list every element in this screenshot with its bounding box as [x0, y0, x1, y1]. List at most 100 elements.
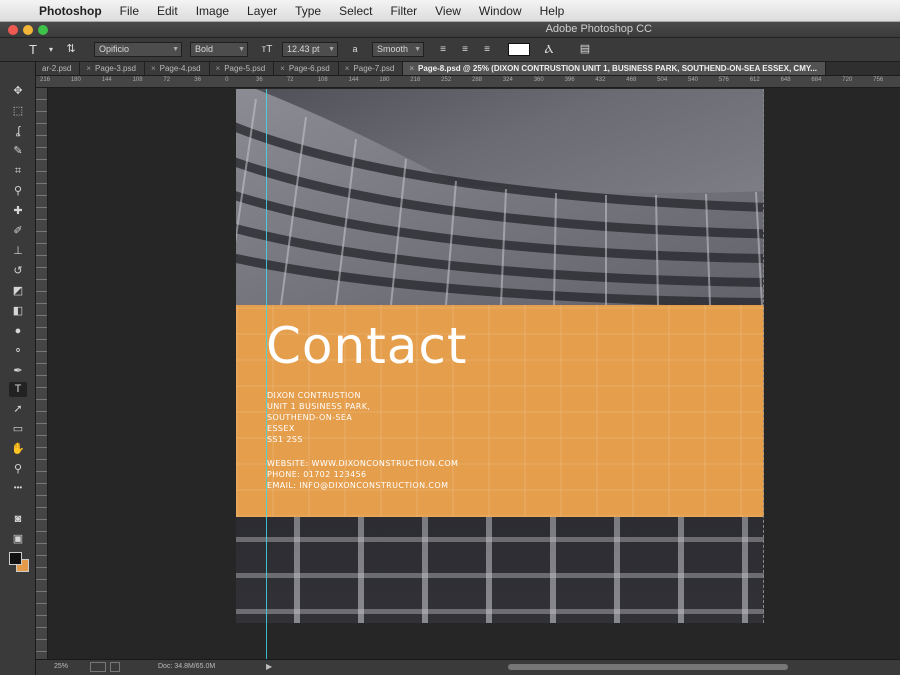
menu-select[interactable]: Select [330, 4, 381, 18]
dodge-tool-icon[interactable]: ⚬ [9, 344, 27, 359]
pen-tool-icon[interactable]: ✒ [9, 364, 27, 379]
vertical-ruler[interactable] [36, 88, 48, 660]
align-left-icon[interactable]: ≡ [434, 41, 452, 58]
menu-image[interactable]: Image [187, 4, 238, 18]
contact-email[interactable]: EMAIL: INFO@DIXONCONSTRUCTION.COM [267, 481, 448, 490]
type-tool-icon[interactable]: T [9, 382, 27, 397]
eraser-tool-icon[interactable]: ◩ [9, 284, 27, 299]
extra-tools-icon[interactable]: ••• [9, 480, 27, 495]
chevron-down-icon: ▼ [172, 46, 179, 53]
ruler-tick-label: 72 [163, 77, 171, 83]
text-orientation-icon[interactable]: ⇅ [62, 41, 80, 58]
ruler-tick-label: 576 [718, 77, 729, 83]
status-bar: 25% Doc: 34.8M/65.0M ▶ [36, 659, 900, 675]
font-size-value: 12.43 pt [287, 44, 320, 54]
facade-band [236, 573, 764, 578]
address-line[interactable]: ESSEX [267, 424, 295, 433]
warp-text-icon[interactable]: Ⲁ [540, 41, 558, 58]
address-line[interactable]: SOUTHEND-ON-SEA [267, 413, 352, 422]
contact-website[interactable]: WEBSITE: WWW.DIXONCONSTRUCTION.COM [267, 459, 458, 468]
history-brush-tool-icon[interactable]: ↺ [9, 264, 27, 279]
tab-label: ar-2.psd [42, 64, 72, 73]
window-minimize-button[interactable] [23, 25, 33, 35]
close-icon[interactable]: × [86, 64, 91, 73]
foreground-color-swatch[interactable] [9, 552, 22, 565]
vertical-guide[interactable] [266, 89, 267, 667]
window-close-button[interactable] [8, 25, 18, 35]
status-menu-arrow-icon[interactable]: ▶ [266, 662, 272, 671]
document-canvas[interactable]: Contact DIXON CONTRUSTION UNIT 1 BUSINES… [236, 89, 764, 623]
building-facade-image [236, 89, 764, 305]
menu-photoshop[interactable]: Photoshop [30, 4, 111, 18]
contact-phone[interactable]: PHONE: 01702 123456 [267, 470, 367, 479]
screen-mode-icon[interactable]: ▣ [9, 532, 27, 547]
contact-heading[interactable]: Contact [266, 317, 468, 375]
align-center-icon[interactable]: ≡ [456, 41, 474, 58]
tab-label: Page-6.psd [288, 64, 330, 73]
window-zoom-button[interactable] [38, 25, 48, 35]
crop-tool-icon[interactable]: ⌗ [9, 164, 27, 179]
font-size-select[interactable]: 12.43 pt ▼ [282, 42, 338, 57]
move-tool-icon[interactable]: ✥ [9, 84, 27, 99]
zoom-tool-icon[interactable]: ⚲ [9, 462, 27, 477]
quick-select-tool-icon[interactable]: ✎ [9, 144, 27, 159]
gradient-tool-icon[interactable]: ◧ [9, 304, 27, 319]
ruler-tick-label: 108 [132, 77, 143, 83]
blur-tool-icon[interactable]: ● [9, 324, 27, 339]
character-panel-icon[interactable]: ▤ [576, 41, 594, 58]
menu-help[interactable]: Help [531, 4, 574, 18]
tab-active-document[interactable]: × Page-8.psd @ 25% (DIXON CONTRUSTION UNI… [403, 62, 826, 75]
ruler-tick-label: 252 [441, 77, 452, 83]
eyedropper-tool-icon[interactable]: ⚲ [9, 184, 27, 199]
preset-dropdown-icon[interactable]: ▾ [42, 41, 60, 58]
timeline-icon[interactable] [110, 662, 120, 672]
quick-mask-icon[interactable]: ◙ [9, 512, 27, 527]
tab-document[interactable]: × Page-6.psd [274, 62, 339, 75]
menu-edit[interactable]: Edit [148, 4, 187, 18]
zoom-level[interactable]: 25% [54, 663, 68, 670]
hand-tool-icon[interactable]: ✋ [9, 442, 27, 457]
antialias-select[interactable]: Smooth ▼ [372, 42, 424, 57]
address-line[interactable]: DIXON CONTRUSTION [267, 391, 361, 400]
healing-brush-tool-icon[interactable]: ✚ [9, 204, 27, 219]
close-icon[interactable]: × [280, 64, 285, 73]
menu-filter[interactable]: Filter [381, 4, 426, 18]
tab-document[interactable]: ar-2.psd [36, 62, 81, 75]
font-family-select[interactable]: Opificio ▼ [94, 42, 182, 57]
marquee-tool-icon[interactable]: ⬚ [9, 104, 27, 119]
menu-window[interactable]: Window [470, 4, 531, 18]
contact-banner[interactable]: Contact DIXON CONTRUSTION UNIT 1 BUSINES… [236, 305, 764, 517]
tab-document[interactable]: × Page-5.psd [209, 62, 275, 75]
horizontal-ruler[interactable]: 216 180 144 108 72 36 0 36 72 108 144 180 216 252 288 3… [36, 76, 900, 88]
horizontal-scrollbar[interactable] [508, 664, 788, 670]
font-style-select[interactable]: Bold ▼ [190, 42, 248, 57]
path-select-tool-icon[interactable]: ➚ [9, 402, 27, 417]
menu-layer[interactable]: Layer [238, 4, 286, 18]
address-line[interactable]: SS1 2SS [267, 435, 303, 444]
close-icon[interactable]: × [216, 64, 221, 73]
close-icon[interactable]: × [151, 64, 156, 73]
type-tool-preset-icon[interactable]: T [24, 41, 42, 58]
tab-document[interactable]: × Page-4.psd [144, 62, 210, 75]
address-line[interactable]: UNIT 1 BUSINESS PARK, [267, 402, 370, 411]
close-icon[interactable]: × [345, 64, 350, 73]
export-icon[interactable] [90, 662, 106, 672]
menu-bar: Photoshop File Edit Image Layer Type Sel… [0, 0, 900, 22]
menu-file[interactable]: File [111, 4, 148, 18]
lasso-tool-icon[interactable]: ʆ [9, 124, 27, 139]
tab-document[interactable]: × Page-7.psd [338, 62, 404, 75]
menu-type[interactable]: Type [286, 4, 330, 18]
text-color-swatch[interactable] [508, 43, 530, 56]
close-icon[interactable]: × [409, 64, 414, 73]
clone-stamp-tool-icon[interactable]: ⊥ [9, 244, 27, 259]
brush-tool-icon[interactable]: ✐ [9, 224, 27, 239]
tab-label: Page-3.psd [95, 64, 136, 73]
ruler-tick-label: 648 [780, 77, 791, 83]
tab-document[interactable]: × Page-3.psd [80, 62, 145, 75]
font-size-icon: тT [261, 44, 273, 55]
ruler-tick-label: 684 [811, 77, 822, 83]
align-right-icon[interactable]: ≡ [478, 41, 496, 58]
shape-tool-icon[interactable]: ▭ [9, 422, 27, 437]
menu-view[interactable]: View [426, 4, 470, 18]
ruler-tick-label: 468 [626, 77, 637, 83]
